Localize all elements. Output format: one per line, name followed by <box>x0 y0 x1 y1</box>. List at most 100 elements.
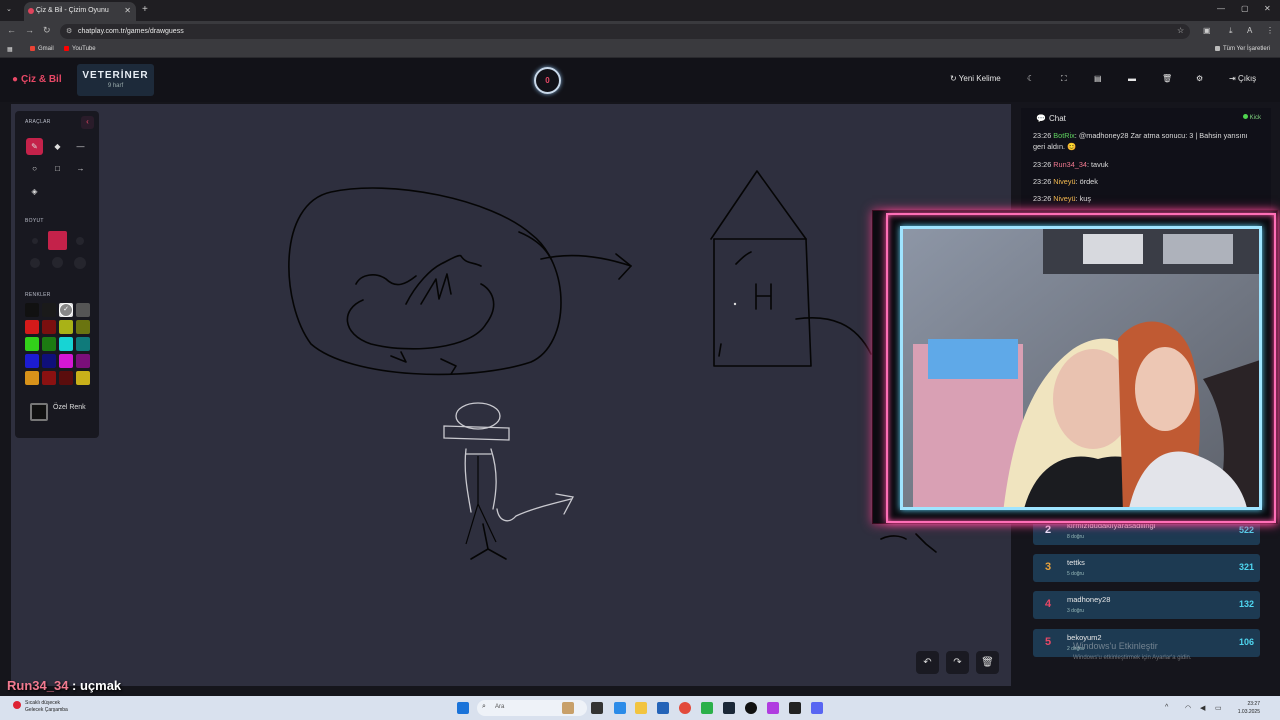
xbox-icon[interactable] <box>701 702 713 714</box>
brush-tool[interactable]: ✎ <box>26 138 43 155</box>
color-swatch[interactable] <box>76 337 90 351</box>
color-swatch[interactable] <box>42 337 56 351</box>
minimize-icon[interactable]: — <box>1217 4 1225 13</box>
color-swatch[interactable] <box>25 337 39 351</box>
color-swatch[interactable] <box>76 320 90 334</box>
youtube-icon <box>64 46 69 51</box>
size-2[interactable] <box>48 231 67 250</box>
battery-icon[interactable]: ▭ <box>1215 704 1222 712</box>
rectangle-tool[interactable]: □ <box>49 160 66 177</box>
undo-icon: ↶ <box>923 657 932 668</box>
clear-button[interactable]: 🗑 <box>1162 74 1172 83</box>
current-word-box: VETERİNER 9 harf <box>77 64 154 96</box>
chrome-icon[interactable] <box>679 702 691 714</box>
bookmark-youtube[interactable]: YouTube <box>64 46 96 52</box>
color-swatch[interactable] <box>76 371 90 385</box>
copilot-icon[interactable] <box>614 702 626 714</box>
discord-icon[interactable] <box>811 702 823 714</box>
drawing-canvas[interactable] <box>11 104 1011 686</box>
circle-tool[interactable]: ○ <box>26 160 43 177</box>
browser-menu-icon[interactable]: ⋮ <box>1266 26 1274 35</box>
arrow-tool[interactable]: → <box>72 160 89 177</box>
address-bar[interactable]: ⚙ chatplay.com.tr/games/drawguess <box>60 24 1190 39</box>
size-1[interactable] <box>32 238 38 244</box>
maximize-icon[interactable]: ▢ <box>1241 4 1249 13</box>
undo-button[interactable]: ↶ <box>916 651 939 674</box>
color-swatch[interactable] <box>59 371 73 385</box>
paint-bucket-icon: ◈ <box>31 187 38 196</box>
task-view-icon[interactable] <box>591 702 603 714</box>
color-swatch[interactable] <box>76 354 90 368</box>
tools-section-label: ARAÇLAR <box>25 119 51 125</box>
fill-tool[interactable]: ◈ <box>26 183 43 200</box>
close-tab-icon[interactable]: ✕ <box>124 6 131 15</box>
color-swatch[interactable] <box>59 337 73 351</box>
clear-canvas-button[interactable]: 🗑 <box>976 651 999 674</box>
app-logo[interactable]: ● Çiz & Bil <box>12 74 62 85</box>
all-bookmarks[interactable]: Tüm Yer İşaretleri <box>1215 46 1270 52</box>
back-icon[interactable]: ← <box>7 25 16 35</box>
taskbar-clock[interactable]: 23:27 1.03.2025 <box>1238 700 1260 716</box>
browser-toolbar: ← → ↻ ⚙ chatplay.com.tr/games/drawguess … <box>0 21 1280 41</box>
custom-color-swatch[interactable] <box>30 403 48 421</box>
widgets-icon[interactable] <box>562 702 574 714</box>
color-swatch[interactable]: ✓ <box>59 303 73 317</box>
wifi-icon[interactable]: ◠ <box>1185 704 1191 712</box>
volume-icon[interactable]: ◀ <box>1200 704 1205 712</box>
reload-icon[interactable]: ↻ <box>43 25 51 36</box>
round-timer: 0 <box>534 67 561 94</box>
new-word-button[interactable]: ↻ Yeni Kelime <box>950 74 1001 83</box>
weather-widget[interactable]: Sıcaklı düşecek Gelecek Çarşamba <box>13 700 68 714</box>
url-text: chatplay.com.tr/games/drawguess <box>78 28 184 35</box>
dark-mode-button[interactable]: ☾ <box>1027 74 1034 83</box>
size-5[interactable] <box>52 257 63 268</box>
layout-button[interactable]: ▬ <box>1128 74 1136 83</box>
tray-chevron-icon[interactable]: ^ <box>1165 704 1168 711</box>
color-swatch[interactable] <box>42 320 56 334</box>
color-swatch[interactable] <box>25 303 39 317</box>
color-swatch[interactable] <box>25 371 39 385</box>
size-3[interactable] <box>76 237 84 245</box>
bookmark-gmail[interactable]: Gmail <box>30 46 54 52</box>
app-icon[interactable] <box>767 702 779 714</box>
color-swatch[interactable] <box>25 354 39 368</box>
color-swatch[interactable] <box>25 320 39 334</box>
size-6[interactable] <box>74 257 86 269</box>
bookmark-star-icon[interactable]: ☆ <box>1177 26 1184 35</box>
downloads-icon[interactable]: ⤓ <box>1229 26 1233 36</box>
close-window-icon[interactable]: ✕ <box>1264 4 1271 13</box>
color-swatch[interactable] <box>42 303 56 317</box>
apps-grid-icon[interactable]: ▦ <box>7 46 13 53</box>
site-info-icon[interactable]: ⚙ <box>66 27 72 35</box>
profile-avatar[interactable]: A <box>1247 26 1252 35</box>
color-swatch[interactable] <box>42 354 56 368</box>
browser-tab[interactable]: Çiz & Bil - Çizim Oyunu ✕ <box>24 2 136 21</box>
store-icon[interactable] <box>657 702 669 714</box>
trash-icon: 🗑 <box>981 657 994 668</box>
start-icon[interactable] <box>457 702 469 714</box>
gmail-icon <box>30 46 35 51</box>
color-swatch[interactable] <box>76 303 90 317</box>
keyboard-button[interactable]: ▤ <box>1094 74 1102 83</box>
file-explorer-icon[interactable] <box>635 702 647 714</box>
eraser-tool[interactable]: ◆ <box>49 138 66 155</box>
steam-icon[interactable] <box>723 702 735 714</box>
size-4[interactable] <box>30 258 40 268</box>
forward-icon[interactable]: → <box>25 25 34 35</box>
collapse-panel-icon[interactable]: ‹ <box>81 116 94 129</box>
obs-icon[interactable] <box>745 702 757 714</box>
color-swatch[interactable] <box>59 354 73 368</box>
color-swatch[interactable] <box>59 320 73 334</box>
exit-button[interactable]: ⇥ Çıkış <box>1229 74 1256 83</box>
tab-list-icon[interactable]: ⌄ <box>6 5 12 13</box>
fullscreen-button[interactable]: ⛶ <box>1061 74 1067 84</box>
color-swatch[interactable] <box>42 371 56 385</box>
settings-button[interactable]: ⚙ <box>1196 74 1203 83</box>
redo-button[interactable]: ↷ <box>946 651 969 674</box>
new-tab-icon[interactable]: + <box>142 4 148 15</box>
terminal-icon[interactable] <box>789 702 801 714</box>
line-tool[interactable]: — <box>72 138 89 155</box>
extensions-icon[interactable]: ▣ <box>1203 26 1211 35</box>
windows-taskbar: Sıcaklı düşecek Gelecek Çarşamba ⌕ Ara ^… <box>0 696 1280 720</box>
redo-icon: ↷ <box>953 657 962 668</box>
